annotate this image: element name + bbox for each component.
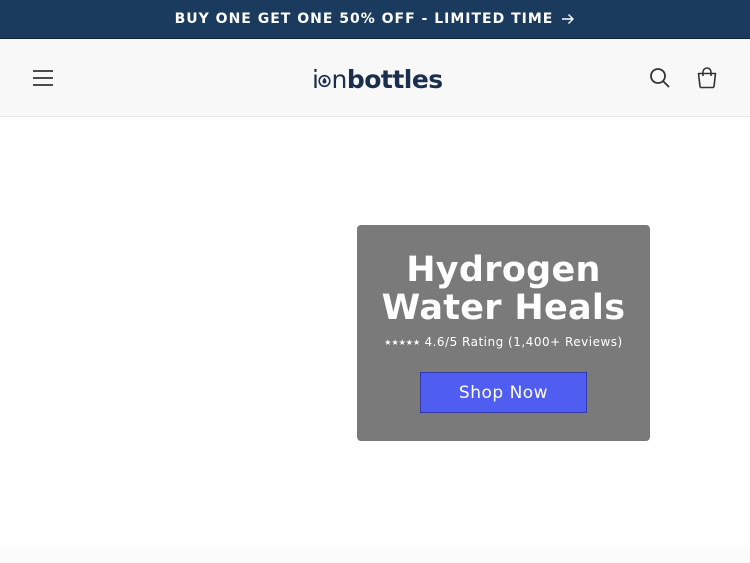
arrow-right-icon xyxy=(561,13,575,25)
menu-button[interactable] xyxy=(27,62,59,94)
hero-title: Hydrogen Water Heals xyxy=(357,251,650,327)
search-icon xyxy=(650,68,670,88)
search-button[interactable] xyxy=(644,62,676,94)
hero-title-line-1: Hydrogen xyxy=(406,250,601,290)
site-logo[interactable]: i n bottles xyxy=(312,62,443,96)
announcement-text[interactable]: BUY ONE GET ONE 50% OFF - LIMITED TIME xyxy=(175,11,554,27)
water-drop-icon xyxy=(318,70,332,88)
announcement-bar[interactable]: BUY ONE GET ONE 50% OFF - LIMITED TIME xyxy=(0,0,750,39)
cart-icon xyxy=(697,67,717,89)
hamburger-menu-icon xyxy=(33,70,53,86)
logo-text-n: n xyxy=(331,64,347,94)
logo-text-bottles: bottles xyxy=(346,64,443,94)
rating-text: 4.6/5 Rating (1,400+ Reviews) xyxy=(424,335,623,349)
hero-title-line-2: Water Heals xyxy=(381,288,626,328)
cart-button[interactable] xyxy=(691,62,723,94)
shop-now-button[interactable]: Shop Now xyxy=(420,372,587,413)
hero-rating: ★★★★★ 4.6/5 Rating (1,400+ Reviews) xyxy=(357,335,650,349)
site-header: i n bottles xyxy=(0,39,750,117)
hero-card: Hydrogen Water Heals ★★★★★ 4.6/5 Rating … xyxy=(357,225,650,441)
hero-section: Hydrogen Water Heals ★★★★★ 4.6/5 Rating … xyxy=(0,118,750,548)
rating-stars: ★★★★★ xyxy=(384,338,421,347)
section-divider xyxy=(0,548,750,563)
